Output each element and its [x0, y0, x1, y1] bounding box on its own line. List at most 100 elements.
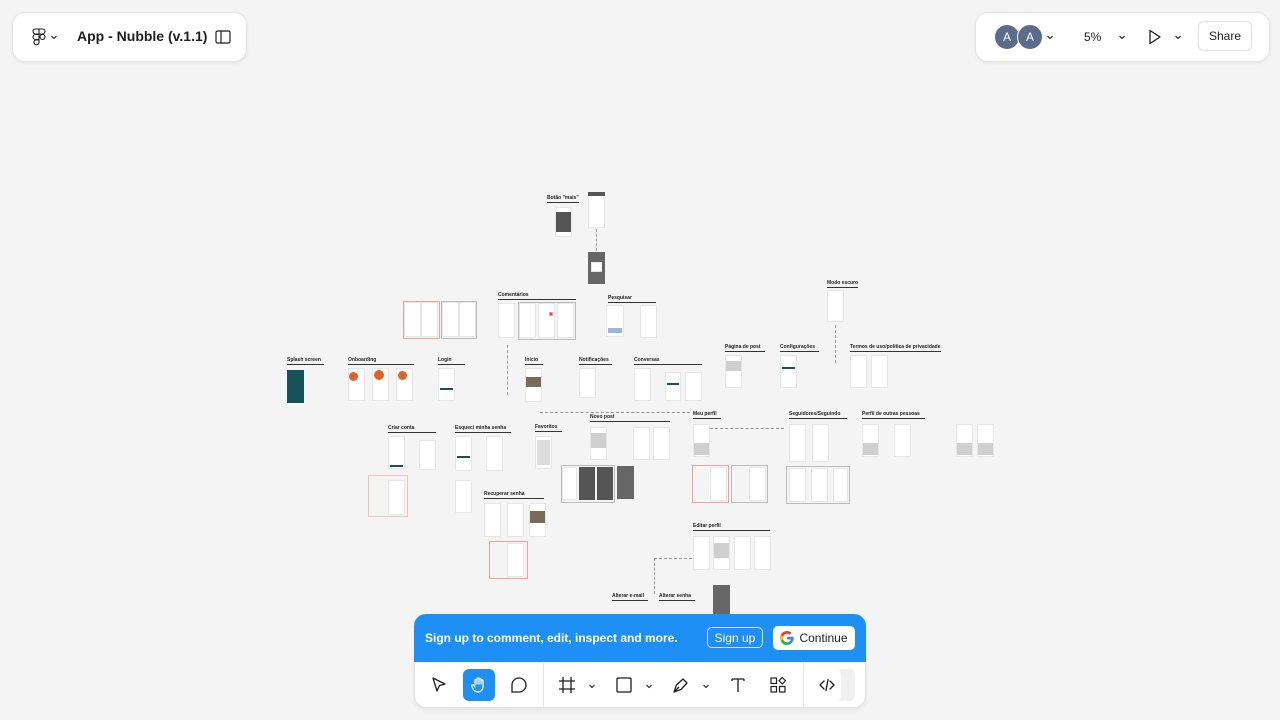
- pen-tool[interactable]: [665, 669, 697, 701]
- section-label-editar-perfil: Editar perfil: [693, 523, 770, 531]
- section-label-favoritos: Favoritos: [535, 424, 562, 432]
- main-menu-button[interactable]: [29, 27, 61, 47]
- section-label-onboarding: Onboarding: [348, 357, 414, 365]
- frame-thumbnail: [507, 503, 524, 537]
- frame-thumbnail: [754, 536, 771, 570]
- frame-thumbnail: [713, 585, 730, 615]
- frame-thumbnail: [894, 424, 911, 457]
- frame-thumbnail: [726, 361, 741, 371]
- frame-thumbnail: [526, 377, 541, 387]
- frame-thumbnail: [725, 355, 742, 388]
- frame-thumbnail: [617, 466, 634, 499]
- frame-thumbnail: [780, 355, 797, 388]
- banner-message: Sign up to comment, edit, inspect and mo…: [425, 631, 678, 645]
- section-label-pagina-post: Página de post: [725, 344, 765, 352]
- rectangle-icon: [616, 677, 632, 693]
- connector: [507, 345, 508, 395]
- frame-thumbnail: [789, 468, 806, 502]
- chevron-down-icon[interactable]: [1046, 33, 1054, 41]
- section-label-inicio: Início: [525, 357, 543, 365]
- section-label-esqueci: Esqueci minha senha: [455, 425, 511, 433]
- chevron-down-icon: [51, 35, 57, 40]
- frame-thumbnail: [530, 511, 545, 523]
- connector: [654, 558, 655, 594]
- frame-thumbnail: [812, 424, 829, 462]
- panel-toggle-icon: [215, 30, 231, 44]
- design-canvas[interactable]: Botão "mais" Comentários Pesquisar Modo …: [0, 0, 1280, 720]
- sign-up-button[interactable]: Sign up: [707, 627, 763, 648]
- frame-thumbnail: [556, 212, 571, 232]
- file-header: App - Nubble (v.1.1): [12, 12, 247, 62]
- frame-thumbnail: [634, 368, 651, 401]
- present-button[interactable]: [1146, 27, 1164, 47]
- section-label-termos: Termos de uso/política de privacidade: [850, 344, 941, 352]
- chevron-down-icon[interactable]: [702, 682, 710, 690]
- frame-thumbnail: [562, 467, 577, 500]
- chevron-down-icon[interactable]: [1174, 33, 1182, 41]
- components-tool[interactable]: [762, 669, 794, 701]
- figma-logo-icon: [32, 28, 46, 46]
- frame-thumbnail: [693, 536, 710, 570]
- connector: [835, 325, 836, 363]
- text-icon: [731, 678, 745, 692]
- text-tool[interactable]: [722, 669, 754, 701]
- continue-google-button[interactable]: Continue: [773, 626, 855, 650]
- chevron-down-icon[interactable]: [588, 682, 596, 690]
- hand-icon: [471, 677, 484, 693]
- file-title[interactable]: App - Nubble (v.1.1): [77, 28, 207, 44]
- frame-thumbnail: [789, 424, 806, 462]
- frame-thumbnail: [438, 368, 455, 401]
- google-logo-icon: [780, 631, 795, 645]
- frame-thumbnail: [714, 543, 729, 558]
- frame-thumbnail: [419, 440, 436, 470]
- comment-tool[interactable]: [503, 669, 535, 701]
- frame-group: [518, 302, 576, 340]
- frame-thumbnail: [404, 302, 421, 337]
- frame-thumbnail: [978, 443, 993, 455]
- section-label-criar-conta: Criar conta: [388, 425, 436, 433]
- frame-thumbnail: [459, 302, 476, 337]
- frame-thumbnail: [588, 192, 605, 196]
- section-label-recuperar: Recuperar senha: [484, 491, 544, 499]
- frame-thumbnail: [811, 468, 828, 502]
- frame-thumbnail: [685, 372, 702, 401]
- frame-thumbnail: [484, 503, 501, 537]
- frame-thumbnail: [833, 468, 848, 502]
- dev-mode-toggle[interactable]: [813, 669, 855, 701]
- frame-thumbnail: [667, 383, 679, 385]
- share-button[interactable]: Share: [1198, 21, 1252, 51]
- frame-thumbnail: [287, 370, 304, 403]
- frame-thumbnail: [457, 456, 470, 458]
- frame-thumbnail: [597, 467, 613, 500]
- frame-thumbnail: [640, 305, 657, 338]
- frame-tool[interactable]: [551, 669, 583, 701]
- frame-thumbnail: [734, 536, 751, 570]
- continue-label: Continue: [799, 631, 848, 645]
- sidebar-toggle-button[interactable]: [213, 27, 233, 47]
- avatar[interactable]: A: [1017, 24, 1043, 50]
- section-label-notificacoes: Notificações: [579, 357, 612, 365]
- shape-tool[interactable]: [608, 669, 640, 701]
- hand-tool[interactable]: [463, 669, 495, 701]
- zoom-dropdown[interactable]: 5%: [1068, 23, 1132, 49]
- toolbar-divider: [543, 662, 544, 708]
- frame-thumbnail: [782, 367, 795, 369]
- frame-thumbnail: [827, 290, 844, 322]
- frame-thumbnail: [498, 303, 515, 338]
- frame-thumbnail: [455, 436, 472, 471]
- section-label-alterar-email: Alterar e-mail: [612, 593, 648, 601]
- frame-thumbnail: [440, 388, 453, 390]
- pen-icon: [673, 678, 688, 693]
- frame-thumbnail: [694, 443, 709, 455]
- section-label-novo-post: Novo post: [590, 414, 670, 422]
- section-label-configuracoes: Configurações: [780, 344, 819, 352]
- frame-thumbnail: [850, 355, 867, 388]
- frame-thumbnail: [653, 427, 670, 460]
- frame-thumbnail: [710, 467, 727, 501]
- frame-thumbnail: [537, 440, 550, 465]
- collab-toolbar: A A 5% Share: [975, 12, 1270, 62]
- frame-thumbnail: [388, 480, 405, 515]
- chevron-down-icon[interactable]: [645, 682, 653, 690]
- move-tool[interactable]: [423, 669, 455, 701]
- play-icon: [1149, 29, 1161, 45]
